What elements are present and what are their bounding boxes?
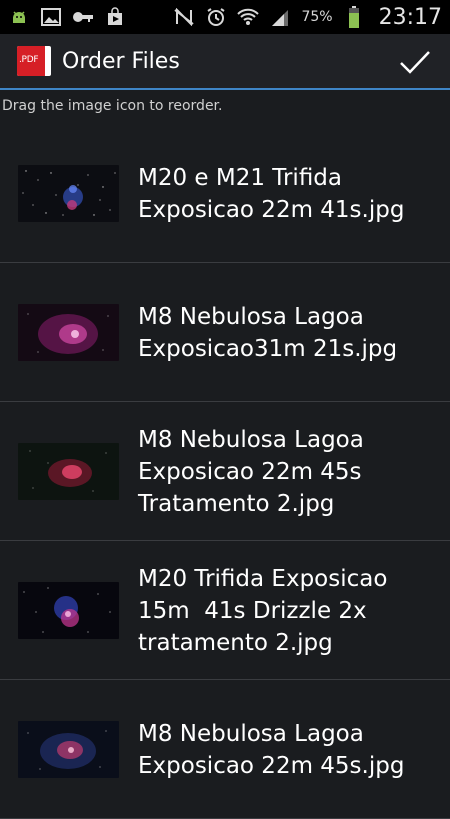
battery-percent: 75% [301, 9, 333, 25]
drag-image-icon[interactable] [18, 443, 119, 500]
key-icon [72, 6, 94, 28]
file-item[interactable]: M20 Trifida Exposicao 15m 41s Drizzle 2x… [0, 541, 450, 680]
file-name: M20 Trifida Exposicao 15m 41s Drizzle 2x… [138, 566, 388, 656]
status-bar-right: 75% 23:17 [173, 5, 442, 30]
status-bar: 75% 23:17 [0, 0, 450, 34]
file-name: M8 Nebulosa Lagoa Exposicao 22m 45s.jpg [138, 721, 405, 779]
file-name: M8 Nebulosa Lagoa Exposicao 22m 45s Trat… [138, 427, 364, 517]
play-store-icon [104, 6, 126, 28]
action-bar: .PDF Order Files [0, 34, 450, 90]
drag-image-icon[interactable] [18, 304, 119, 361]
file-item[interactable]: M8 Nebulosa Lagoa Exposicao 22m 45s.jpg [0, 680, 450, 819]
signal-icon [269, 6, 291, 28]
battery-icon [343, 6, 365, 28]
pdf-app-icon: .PDF [17, 46, 51, 76]
wifi-icon [237, 6, 260, 28]
done-button[interactable] [398, 46, 432, 78]
file-item[interactable]: M8 Nebulosa Lagoa Exposicao31m 21s.jpg [0, 263, 450, 402]
file-name: M20 e M21 Trifida Exposicao 22m 41s.jpg [138, 165, 405, 223]
file-list: M20 e M21 Trifida Exposicao 22m 41s.jpg … [0, 124, 450, 819]
page-title: Order Files [62, 48, 180, 74]
pdf-app-icon-label: .PDF [19, 55, 39, 65]
status-bar-left [8, 6, 126, 28]
drag-image-icon[interactable] [18, 582, 119, 639]
file-item[interactable]: M8 Nebulosa Lagoa Exposicao 22m 45s Trat… [0, 402, 450, 541]
alarm-icon [205, 6, 227, 28]
nfc-muted-icon [173, 6, 195, 28]
file-name: M8 Nebulosa Lagoa Exposicao31m 21s.jpg [138, 304, 398, 362]
status-time: 23:17 [378, 4, 442, 30]
reorder-hint: Drag the image icon to reorder. [2, 98, 223, 114]
drag-image-icon[interactable] [18, 721, 119, 778]
check-icon [400, 51, 430, 74]
drag-image-icon[interactable] [18, 165, 119, 222]
android-debug-icon [8, 6, 30, 28]
image-icon [40, 6, 62, 28]
file-item[interactable]: M20 e M21 Trifida Exposicao 22m 41s.jpg [0, 124, 450, 263]
